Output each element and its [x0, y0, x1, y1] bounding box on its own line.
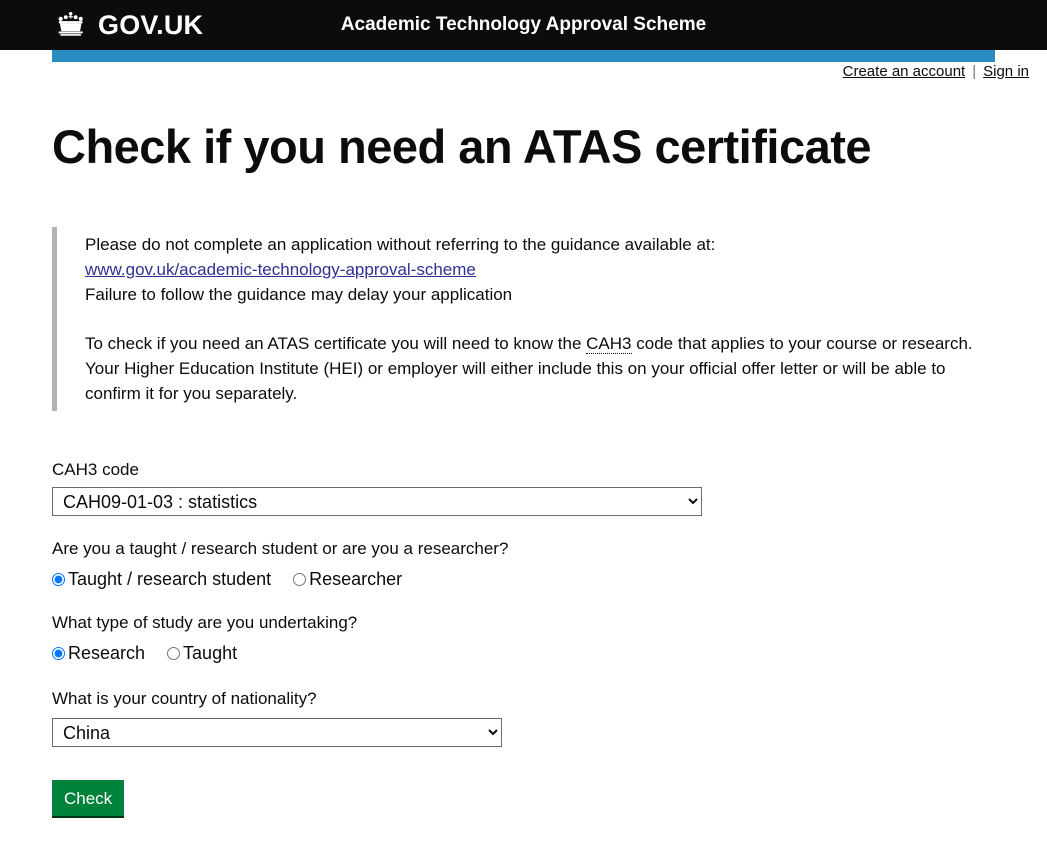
radio-label-taught-research-student[interactable]: Taught / research student — [68, 568, 271, 590]
student-type-group: Are you a taught / research student or a… — [52, 538, 995, 590]
radio-label-research[interactable]: Research — [68, 642, 145, 664]
guidance-paragraph-1: Please do not complete an application wi… — [85, 232, 992, 307]
radio-item-research[interactable]: Research — [52, 642, 145, 664]
radio-item-taught-research-student[interactable]: Taught / research student — [52, 568, 271, 590]
radio-researcher[interactable] — [293, 572, 307, 586]
radio-research[interactable] — [52, 646, 65, 660]
create-account-link[interactable]: Create an account — [843, 63, 966, 80]
guidance-inset-text: Please do not complete an application wi… — [52, 227, 992, 412]
radio-taught[interactable] — [167, 646, 181, 660]
cah3-code-select[interactable]: CAH09-01-03 : statistics — [52, 487, 702, 517]
submit-button-wrapper: Check — [52, 780, 995, 817]
site-header: GOV.UK Academic Technology Approval Sche… — [0, 0, 1047, 62]
atas-check-form: CAH3 code CAH09-01-03 : statistics Are y… — [52, 459, 995, 817]
student-type-question: Are you a taught / research student or a… — [52, 539, 509, 559]
guidance-paragraph-2-part1: To check if you need an ATAS certificate… — [85, 334, 587, 354]
page-title: Check if you need an ATAS certificate — [52, 120, 872, 173]
guidance-line-3: Failure to follow the guidance may delay… — [85, 285, 513, 305]
cah3-code-label: CAH3 code — [52, 460, 139, 480]
check-button[interactable]: Check — [52, 780, 125, 817]
page-content: Check if you need an ATAS certificate Pl… — [0, 120, 1047, 817]
study-type-radio-row: Research Taught — [52, 642, 995, 664]
sign-in-link[interactable]: Sign in — [983, 63, 1029, 80]
guidance-paragraph-2: To check if you need an ATAS certificate… — [85, 331, 992, 406]
radio-item-taught[interactable]: Taught — [167, 642, 237, 664]
account-links-separator: | — [972, 63, 977, 80]
nationality-group: What is your country of nationality? Chi… — [52, 688, 995, 748]
guidance-url-link[interactable]: www.gov.uk/academic-technology-approval-… — [85, 260, 476, 279]
crown-icon — [52, 11, 90, 39]
student-type-radio-row: Taught / research student Researcher — [52, 568, 995, 590]
radio-item-researcher[interactable]: Researcher — [293, 568, 402, 590]
account-links-bar: Create an account | Sign in — [0, 62, 1047, 86]
country-of-nationality-select[interactable]: China — [52, 718, 502, 748]
radio-taught-research-student[interactable] — [52, 572, 65, 586]
study-type-question: What type of study are you undertaking? — [52, 613, 358, 633]
guidance-line-1: Please do not complete an application wi… — [85, 235, 716, 255]
govuk-brand-name: GOV.UK — [98, 9, 204, 40]
study-type-group: What type of study are you undertaking? … — [52, 612, 995, 664]
nationality-question: What is your country of nationality? — [52, 689, 317, 709]
header-accent-bar — [52, 50, 995, 62]
govuk-home-link[interactable]: GOV.UK — [52, 11, 203, 39]
radio-label-researcher[interactable]: Researcher — [309, 568, 402, 590]
cah3-abbreviation: CAH3 — [586, 334, 632, 355]
radio-label-taught[interactable]: Taught — [183, 642, 237, 664]
